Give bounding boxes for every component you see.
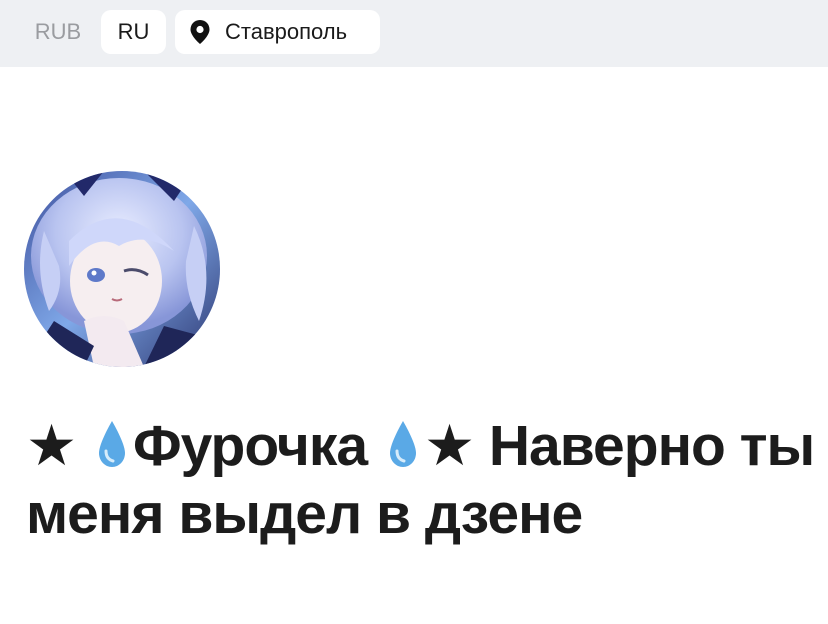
water-drop-icon [95,416,129,467]
avatar-image [24,171,220,367]
profile-title: ★ Фурочка ★ Наверно ты меня выдел в дзен… [26,412,816,548]
currency-label: RUB [34,19,82,44]
star-right: ★ [423,414,475,478]
city-selector[interactable]: Ставрополь [175,10,380,54]
location-pin-icon [189,19,211,45]
currency-selector[interactable]: RUB [20,10,96,54]
top-bar: RUB RU Ставрополь [0,0,828,67]
language-label: RU [117,19,150,44]
language-selector[interactable]: RU [101,10,166,54]
profile-name: Фурочка [132,414,368,478]
water-drop-icon [386,416,420,467]
city-label: Ставрополь [225,19,348,44]
profile-avatar[interactable] [24,171,220,367]
star-left: ★ [26,414,77,478]
